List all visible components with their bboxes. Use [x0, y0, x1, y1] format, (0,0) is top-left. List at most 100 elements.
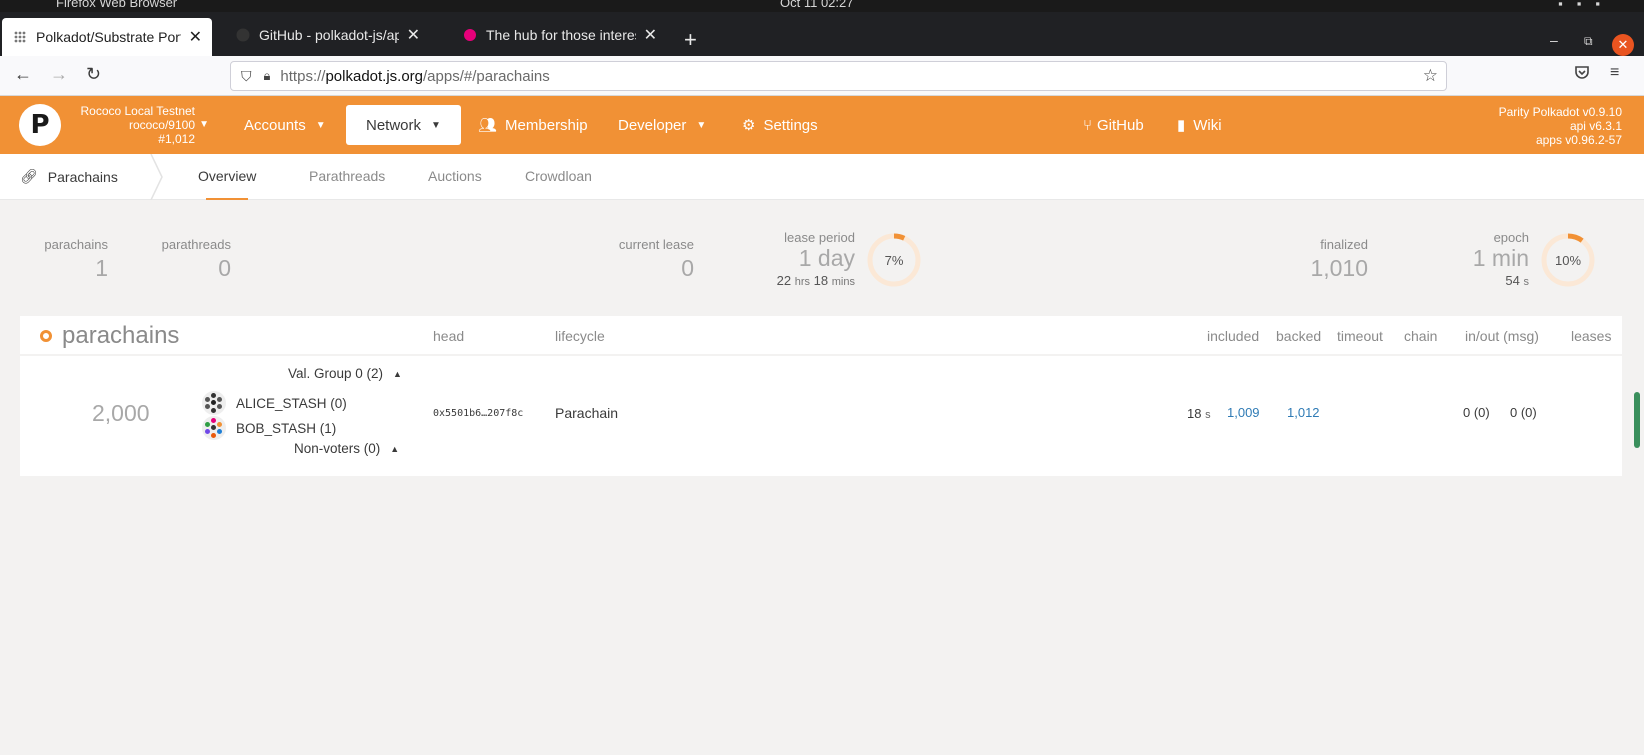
- messages-in: 0 (0): [1463, 405, 1490, 420]
- os-tray-icons: ▪▪▪: [1558, 0, 1614, 11]
- url-domain: polkadot.js.org: [325, 67, 424, 85]
- chevron-up-icon: ▲: [393, 368, 402, 379]
- menu-developer[interactable]: Developer ▼: [618, 96, 706, 154]
- age-value: 18: [1187, 406, 1202, 421]
- circle-icon: [40, 330, 52, 342]
- stat-parachains: parachains 1: [44, 237, 108, 282]
- chain-spec: rococo/9100: [128, 118, 195, 132]
- chain-selector[interactable]: Rococo Local Testnet rococo/9100 #1,012 …: [70, 104, 209, 146]
- hours-value: 22: [776, 273, 792, 288]
- tab-close-icon[interactable]: ✕: [189, 27, 202, 47]
- page-scrollbar[interactable]: [1634, 392, 1640, 448]
- validator-bob[interactable]: BOB_STASH (1): [202, 416, 336, 440]
- menu-membership[interactable]: 👥︎ Membership: [478, 96, 588, 154]
- stat-label: lease period: [784, 230, 855, 245]
- tab-parathreads[interactable]: Parathreads: [309, 168, 385, 184]
- column-timeout: timeout: [1337, 328, 1383, 344]
- stat-value: 0: [218, 255, 231, 281]
- non-voters-toggle[interactable]: Non-voters (0) ▲: [294, 441, 399, 456]
- menu-accounts[interactable]: Accounts ▼: [244, 96, 326, 154]
- tab-auctions[interactable]: Auctions: [428, 168, 482, 184]
- pocket-icon[interactable]: [1574, 64, 1590, 85]
- shield-icon[interactable]: ⛉: [241, 68, 252, 85]
- column-lifecycle: lifecycle: [555, 328, 605, 344]
- table-header: parachains head lifecycle included backe…: [20, 316, 1622, 356]
- chevron-up-icon: ▲: [390, 443, 400, 454]
- tab-crowdloan[interactable]: Crowdloan: [525, 168, 592, 184]
- backed-block-link[interactable]: 1,012: [1287, 405, 1320, 420]
- menu-settings-label: Settings: [763, 116, 818, 134]
- tab-close-icon[interactable]: ✕: [644, 25, 657, 45]
- chain-block: #1,012: [158, 132, 195, 146]
- url-text[interactable]: https://polkadot.js.org/apps/#/parachain…: [280, 68, 549, 85]
- reload-icon[interactable]: ↻: [86, 64, 101, 85]
- link-icon: 🔗︎: [20, 168, 38, 184]
- column-backed: backed: [1276, 328, 1322, 344]
- bookmark-star-icon[interactable]: ☆: [1423, 66, 1438, 86]
- progress-percent: 7%: [884, 252, 904, 268]
- stat-parathreads: parathreads 0: [162, 237, 231, 282]
- column-leases: leases: [1571, 328, 1612, 344]
- age-unit: s: [1205, 409, 1211, 421]
- os-clock: Oct 11 02:27: [780, 0, 854, 10]
- seconds-value: 54: [1505, 273, 1520, 288]
- menu-network[interactable]: Network ▼: [346, 105, 461, 145]
- menu-settings[interactable]: ⚙ Settings: [742, 96, 818, 154]
- tab-title: GitHub - polkadot-js/apps: [259, 27, 399, 43]
- menu-wiki[interactable]: ▮ Wiki: [1177, 96, 1222, 154]
- stat-value: 1 min: [1472, 245, 1529, 271]
- browser-tab-polkadot[interactable]: Polkadot/Substrate Portal ✕: [2, 18, 212, 56]
- chain-name: Rococo Local Testnet: [80, 104, 195, 118]
- back-arrow-icon[interactable]: ←: [14, 64, 32, 85]
- stat-lease-period: lease period 1 day 22 hrs 18 mins: [777, 230, 855, 288]
- api-version: api v6.3.1: [1569, 119, 1622, 133]
- app-header: P Rococo Local Testnet rococo/9100 #1,01…: [0, 96, 1644, 154]
- node-version: Parity Polkadot v0.9.10: [1498, 105, 1622, 119]
- included-block-link[interactable]: 1,009: [1227, 405, 1260, 420]
- column-chain: chain: [1404, 328, 1438, 344]
- val-group-toggle[interactable]: Val. Group 0 (2) ▲: [288, 366, 402, 381]
- version-info: Parity Polkadot v0.9.10 api v6.3.1 apps …: [1499, 105, 1622, 147]
- stat-subvalue: 22 hrs 18 mins: [777, 273, 855, 288]
- section-label: Parachains: [47, 168, 118, 185]
- validator-name: BOB_STASH (1): [236, 420, 337, 436]
- browser-tab-github[interactable]: GitHub - polkadot-js/apps ✕: [225, 18, 430, 52]
- lock-icon[interactable]: 🔒︎: [264, 68, 271, 84]
- menu-accounts-label: Accounts: [244, 116, 306, 134]
- lease-period-progress-ring: 7%: [866, 232, 922, 288]
- seconds-unit: s: [1523, 276, 1530, 288]
- stat-label: current lease: [618, 237, 694, 252]
- polkadot-favicon-icon: [12, 29, 28, 45]
- stat-label: epoch: [1493, 230, 1529, 245]
- os-top-bar: Firefox Web Browser Oct 11 02:27 ▪▪▪: [0, 0, 1644, 12]
- stat-value: 1 day: [798, 245, 855, 271]
- restore-icon[interactable]: ⧉: [1584, 34, 1593, 49]
- column-head: head: [433, 328, 465, 344]
- browser-tab-hub[interactable]: The hub for those interested ✕: [452, 18, 667, 52]
- sub-nav: 🔗︎ Parachains Overview Parathreads Aucti…: [0, 154, 1644, 200]
- menu-github[interactable]: ⑂ GitHub: [1083, 96, 1144, 154]
- url-bar[interactable]: ⛉ 🔒︎ https://polkadot.js.org/apps/#/para…: [230, 61, 1447, 91]
- non-voters-label: Non-voters (0): [294, 441, 381, 456]
- stat-subvalue: 54 s: [1473, 273, 1529, 288]
- new-tab-button[interactable]: +: [684, 27, 697, 53]
- browser-tab-strip: Polkadot/Substrate Portal ✕ GitHub - pol…: [0, 12, 1644, 56]
- git-branch-icon: ⑂: [1083, 116, 1093, 134]
- tab-overview[interactable]: Overview: [198, 168, 256, 200]
- column-included: included: [1207, 328, 1260, 344]
- url-scheme: https://: [280, 67, 326, 85]
- apps-version: apps v0.96.2-57: [1535, 133, 1622, 147]
- head-hash[interactable]: 0x5501b6…207f8c: [433, 408, 523, 419]
- hamburger-menu-icon[interactable]: ≡: [1610, 64, 1619, 82]
- forward-arrow-icon[interactable]: →: [50, 64, 68, 85]
- minimize-icon[interactable]: –: [1550, 32, 1558, 48]
- chevron-down-icon: ▼: [199, 119, 209, 130]
- window-close-icon[interactable]: ✕: [1612, 34, 1634, 56]
- minutes-unit: mins: [831, 276, 855, 288]
- tab-close-icon[interactable]: ✕: [407, 25, 420, 45]
- minutes-value: 18: [813, 273, 829, 288]
- polkadot-logo-icon[interactable]: P: [19, 104, 61, 146]
- validator-alice[interactable]: ALICE_STASH (0): [202, 391, 347, 415]
- chevron-down-icon: ▼: [431, 119, 441, 131]
- tab-title: The hub for those interested: [486, 27, 636, 43]
